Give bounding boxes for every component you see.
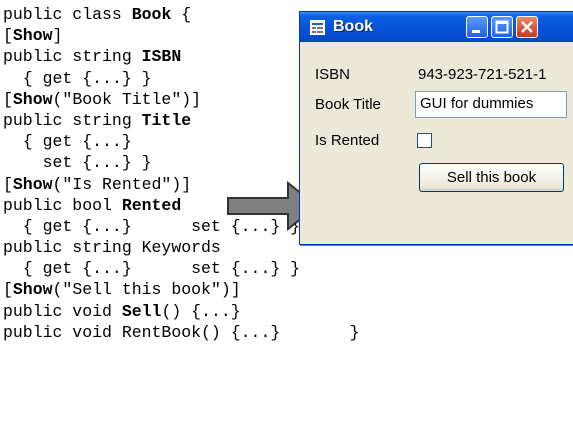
book-title-input[interactable]: GUI for dummies	[415, 91, 567, 118]
code-text: ("Sell this book")]	[52, 280, 241, 300]
sell-book-button[interactable]: Sell this book	[419, 163, 564, 192]
window-title: Book	[333, 18, 373, 35]
isbn-label: ISBN	[315, 66, 351, 83]
code-text: public string	[3, 47, 142, 67]
window-body: ISBN 943-923-721-521-1 Book Title GUI fo…	[300, 42, 573, 244]
isbn-value: 943-923-721-521-1	[418, 66, 547, 83]
code-keyword-bold: Show	[12, 174, 53, 194]
code-line: public void RentBook() {...} }	[3, 322, 359, 343]
code-text: [	[3, 89, 13, 109]
code-text: public void RentBook() {...} }	[3, 322, 360, 342]
code-text: ("Book Title")]	[52, 89, 202, 109]
code-line: public void Sell() {...}	[3, 301, 359, 322]
code-text: { get {...} }	[3, 68, 152, 88]
is-rented-checkbox[interactable]	[417, 133, 432, 148]
maximize-button[interactable]	[491, 16, 513, 38]
code-text: public string	[3, 110, 142, 130]
code-text: public class	[3, 5, 132, 24]
code-text: public bool	[3, 195, 122, 215]
code-text: set {...} }	[3, 153, 152, 173]
code-text: ]	[52, 26, 63, 46]
code-text: public string Keywords	[3, 238, 221, 258]
close-button[interactable]	[516, 16, 538, 38]
code-text: { get {...}	[3, 132, 132, 152]
app-form-icon	[310, 20, 325, 35]
code-line: { get {...} set {...} }	[3, 258, 359, 279]
code-text: [	[3, 174, 13, 194]
is-rented-label: Is Rented	[315, 132, 380, 149]
code-text: ("Is Rented")]	[52, 174, 192, 194]
code-text: { get {...} set {...} }	[3, 259, 301, 279]
code-text: () {...}	[161, 301, 241, 321]
maximize-icon	[495, 20, 509, 34]
code-keyword-bold: Show	[12, 280, 53, 300]
code-keyword-bold: ISBN	[141, 47, 182, 67]
code-keyword-bold: Show	[12, 89, 53, 109]
code-line: [Show("Sell this book")]	[3, 279, 359, 300]
close-icon	[521, 21, 533, 33]
code-text: [	[3, 280, 13, 300]
code-keyword-bold: Sell	[121, 301, 162, 321]
code-keyword-bold: Show	[12, 26, 53, 46]
code-text: public void	[3, 301, 122, 321]
book-window: Book ISBN 943-923-721-521-1 Book Title G…	[299, 11, 573, 245]
code-keyword-bold: Title	[141, 110, 192, 130]
code-text: [	[3, 26, 13, 46]
title-bar[interactable]: Book	[300, 12, 573, 42]
code-text: {	[171, 5, 192, 24]
minimize-button[interactable]	[466, 16, 488, 38]
book-title-label: Book Title	[315, 96, 381, 113]
code-keyword-bold: Book	[131, 5, 172, 24]
code-keyword-bold: Rented	[121, 195, 182, 215]
minimize-icon	[472, 30, 480, 33]
